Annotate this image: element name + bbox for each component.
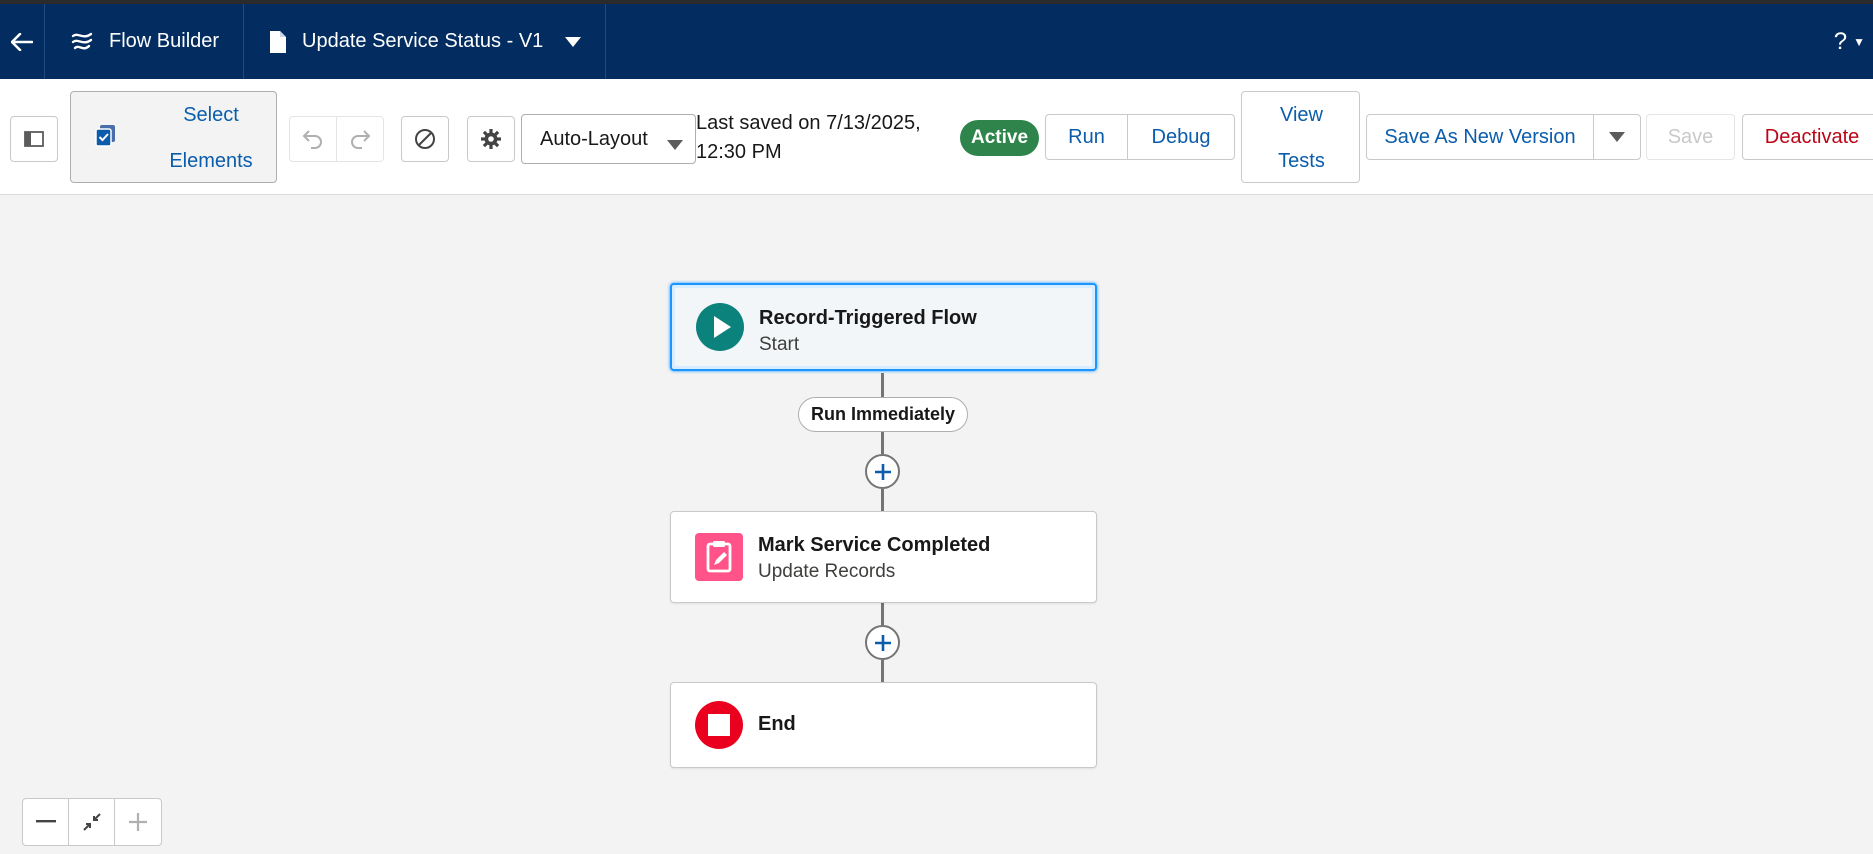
zoom-controls xyxy=(22,798,162,846)
update-node-subtitle: Update Records xyxy=(758,561,896,582)
play-icon xyxy=(696,303,744,351)
debug-button[interactable]: Debug xyxy=(1127,114,1235,160)
undo-button[interactable] xyxy=(289,116,337,162)
add-element-button[interactable] xyxy=(865,625,900,660)
start-node[interactable]: Record-Triggered Flow Start xyxy=(670,283,1097,371)
path-label[interactable]: Run Immediately xyxy=(798,397,968,432)
document-icon xyxy=(268,30,288,54)
add-element-button[interactable] xyxy=(865,454,900,489)
arrow-left-icon xyxy=(11,32,33,51)
start-node-subtitle: Start xyxy=(759,334,800,355)
status-badge: Active xyxy=(960,120,1039,156)
chevron-down-icon xyxy=(1609,132,1625,142)
help-icon: ? xyxy=(1833,27,1848,55)
plus-icon xyxy=(129,813,147,831)
settings-button[interactable] xyxy=(467,116,515,162)
select-elements-icon xyxy=(95,124,117,154)
back-button[interactable] xyxy=(0,4,44,79)
app-header: Flow Builder Update Service Status - V1 … xyxy=(0,4,1873,79)
zoom-in-button[interactable] xyxy=(115,799,161,845)
ban-icon xyxy=(415,129,435,149)
end-node-title: End xyxy=(758,713,796,735)
clear-button[interactable] xyxy=(401,116,449,162)
chevron-down-icon xyxy=(667,133,683,156)
select-elements-label: Select Elements xyxy=(169,104,253,172)
flow-icon xyxy=(69,29,95,55)
undo-icon xyxy=(302,130,322,149)
connector-line xyxy=(881,660,884,682)
fit-to-view-button[interactable] xyxy=(69,799,115,845)
update-records-node[interactable]: Mark Service Completed Update Records xyxy=(670,511,1097,603)
redo-button[interactable] xyxy=(336,116,384,162)
select-elements-button[interactable]: Select Elements xyxy=(70,91,277,183)
toolbar: Select Elements Auto-Layout Last saved o… xyxy=(0,79,1873,195)
save-as-new-version-button[interactable]: Save As New Version xyxy=(1366,114,1594,160)
clipboard-edit-icon xyxy=(695,533,743,581)
connector-line xyxy=(881,489,884,511)
plus-icon xyxy=(874,634,891,651)
minus-icon xyxy=(35,820,56,823)
deactivate-button[interactable]: Deactivate xyxy=(1742,114,1873,160)
toggle-toolbox-button[interactable] xyxy=(10,116,58,162)
layout-select[interactable]: Auto-Layout xyxy=(521,114,696,164)
panel-left-icon xyxy=(24,131,44,147)
flow-name-menu[interactable]: Update Service Status - V1 xyxy=(244,4,605,79)
chevron-down-icon: ▼ xyxy=(1853,34,1865,49)
redo-icon xyxy=(351,130,371,149)
flow-canvas[interactable]: Record-Triggered Flow Start Run Immediat… xyxy=(0,196,1873,854)
last-saved-status: Last saved on 7/13/2025, 12:30 PM xyxy=(696,112,921,163)
stop-icon xyxy=(695,701,743,749)
connector-line xyxy=(881,603,884,625)
gear-icon xyxy=(481,129,501,149)
run-button[interactable]: Run xyxy=(1045,114,1128,160)
layout-value: Auto-Layout xyxy=(540,127,648,150)
zoom-out-button[interactable] xyxy=(23,799,69,845)
save-options-menu-button[interactable] xyxy=(1593,114,1641,160)
contract-icon xyxy=(82,813,101,831)
header-divider xyxy=(605,4,607,79)
connector-line xyxy=(881,373,884,397)
chevron-down-icon xyxy=(565,36,582,47)
app-title: Flow Builder xyxy=(45,4,243,79)
app-name: Flow Builder xyxy=(109,30,220,52)
connector-line xyxy=(881,432,884,454)
view-tests-button[interactable]: View Tests xyxy=(1241,91,1360,183)
plus-icon xyxy=(874,463,891,480)
flow-name: Update Service Status - V1 xyxy=(302,30,544,52)
end-node[interactable]: End xyxy=(670,682,1097,768)
update-node-title: Mark Service Completed xyxy=(758,534,991,556)
help-menu[interactable]: ? ▼ xyxy=(1834,4,1865,79)
save-button[interactable]: Save xyxy=(1646,114,1735,160)
view-tests-label: View Tests xyxy=(1278,104,1325,172)
start-node-title: Record-Triggered Flow xyxy=(759,307,977,329)
